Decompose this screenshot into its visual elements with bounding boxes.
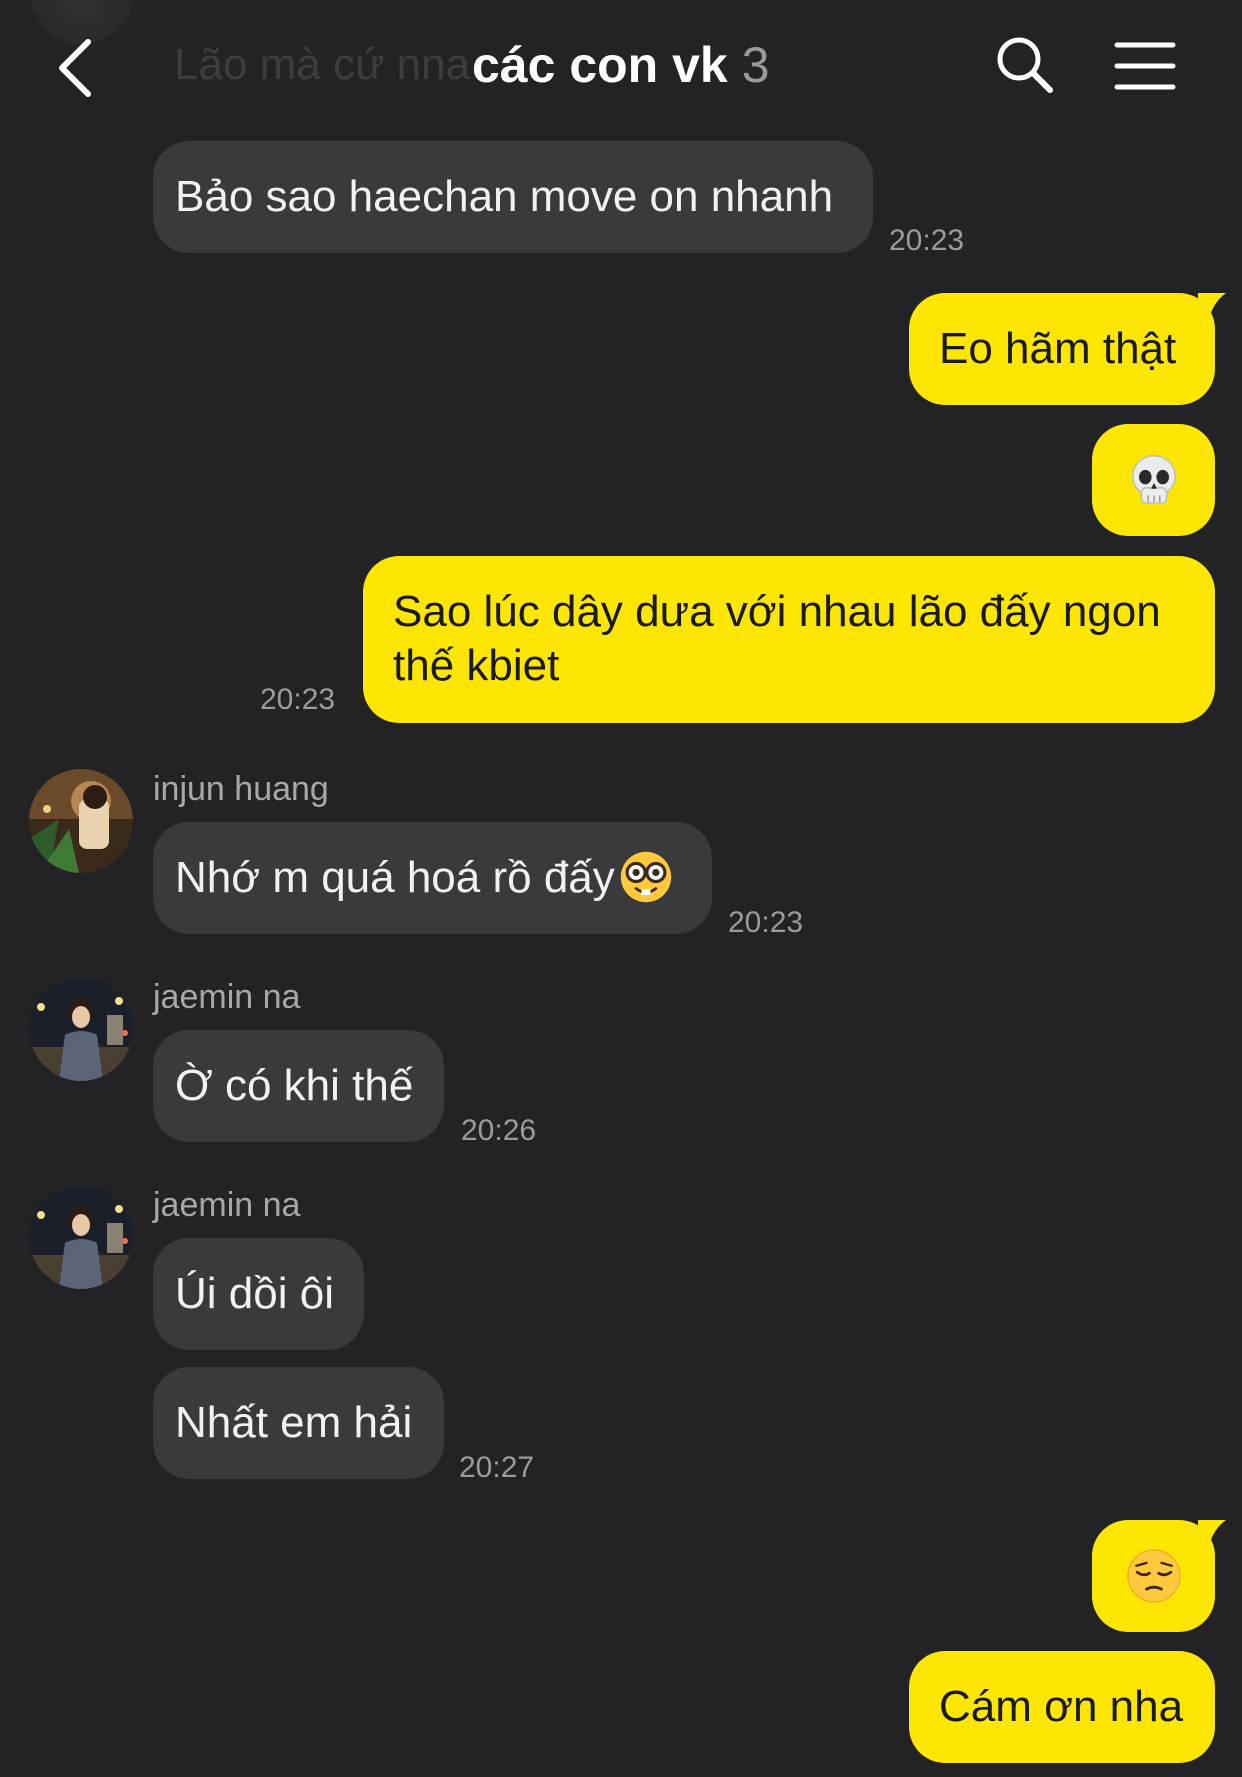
message-bubble-incoming[interactable]: Nhớ m quá hoá rồ đấy: [153, 822, 712, 934]
message-bubble-incoming[interactable]: Nhất em hải: [153, 1367, 444, 1479]
message-bubble-outgoing[interactable]: Eo hãm thật: [909, 293, 1215, 405]
chat-title: các con vk 3: [472, 36, 770, 94]
pensive-face-icon: [1126, 1549, 1181, 1603]
message-time: 20:23: [260, 683, 336, 716]
message-text: Cám ơn nha: [939, 1682, 1184, 1731]
message-bubble-outgoing[interactable]: [1092, 424, 1215, 536]
message-bubble-incoming[interactable]: Bảo sao haechan move on nhanh: [153, 141, 873, 253]
message-text: Ờ có khi thế: [175, 1061, 414, 1110]
sender-name: jaemin na: [153, 1186, 301, 1224]
member-count: 3: [741, 37, 770, 93]
avatar[interactable]: [29, 1185, 133, 1289]
message-text: Bảo sao haechan move on nhanh: [175, 172, 834, 221]
message-text: Eo hãm thật: [939, 324, 1177, 373]
bubble-tail: [1198, 293, 1226, 323]
message-text: Úi dồi ôi: [175, 1269, 334, 1318]
message-time: 20:27: [459, 1451, 535, 1484]
message-bubble-outgoing[interactable]: Cám ơn nha: [909, 1651, 1215, 1763]
search-icon[interactable]: [994, 34, 1054, 94]
header-behind-text: Lão mà cứ nna: [174, 40, 471, 89]
message-text: Nhớ m quá hoá rồ đấy: [175, 853, 615, 902]
sender-name: injun huang: [153, 770, 329, 808]
nerd-face-icon: [620, 852, 671, 903]
sender-name: jaemin na: [153, 978, 301, 1016]
message-bubble-outgoing[interactable]: [1092, 1520, 1215, 1632]
message-bubble-incoming[interactable]: Ờ có khi thế: [153, 1030, 444, 1142]
chat-title-text: các con vk: [472, 37, 728, 93]
message-text-line: thế kbiet: [393, 641, 560, 690]
message-time: 20:26: [461, 1114, 537, 1147]
message-text: Nhất em hải: [175, 1398, 413, 1447]
message-bubble-incoming[interactable]: Úi dồi ôi: [153, 1238, 364, 1350]
avatar[interactable]: [29, 769, 133, 873]
message-time: 20:23: [889, 224, 965, 257]
menu-icon[interactable]: [1114, 40, 1176, 92]
bubble-tail: [1198, 1520, 1226, 1550]
skull-icon: [1131, 455, 1176, 504]
message-text-line: Sao lúc dây dưa với nhau lão đấy ngon: [393, 587, 1161, 636]
back-arrow-icon[interactable]: [52, 36, 100, 100]
avatar[interactable]: [29, 977, 133, 1081]
message-time: 20:23: [728, 906, 804, 939]
message-bubble-outgoing[interactable]: Sao lúc dây dưa với nhau lão đấy ngon th…: [363, 556, 1215, 723]
